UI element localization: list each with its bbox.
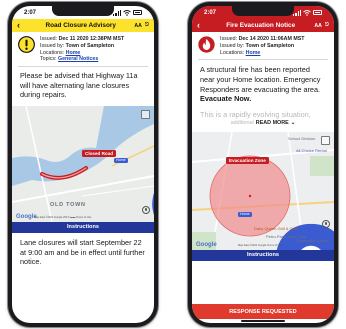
title-tools: AA ⎋ bbox=[134, 22, 149, 29]
phone-road-closure: 2:07 ‹ Road Closure Advisory AA ⎋ Issued… bbox=[8, 2, 158, 327]
alert-meta: Issued: Dec 14 2020 11:06AM MST Issued b… bbox=[192, 32, 334, 59]
screen: 2:07 ‹ Road Closure Advisory AA ⎋ Issued… bbox=[12, 6, 154, 323]
evacuation-zone-tag: Evacuation Zone bbox=[226, 156, 269, 164]
street-label: School Division bbox=[288, 135, 316, 141]
instructions-text: Lane closures will start September 22 at… bbox=[20, 237, 145, 267]
instructions-header: Instructions bbox=[12, 221, 154, 233]
phone-fire-evacuation: 2:07 ‹ Fire Evacuation Notice AA ⎋ Issue… bbox=[188, 2, 338, 327]
battery-icon bbox=[133, 10, 142, 15]
closed-road-tag: Closed Road bbox=[82, 149, 117, 157]
map-attribution: Map data ©2021 Google 200 ft ▬▬ Terms of… bbox=[34, 215, 92, 219]
alert-body-main: A structural fire has been reported near… bbox=[200, 65, 321, 94]
map-area-label: OLD TOWN bbox=[50, 201, 86, 208]
share-icon[interactable]: ⎋ bbox=[325, 22, 329, 29]
back-chevron-icon[interactable]: ‹ bbox=[17, 21, 27, 30]
issued-label: Issued: bbox=[220, 36, 238, 42]
response-requested-button[interactable]: RESPONSE REQUESTED bbox=[192, 304, 334, 319]
issued-value: Dec 14 2020 11:06AM MST bbox=[238, 36, 305, 42]
alert-body-emphasis: Evacuate Now. bbox=[200, 94, 252, 104]
google-logo: Google bbox=[196, 241, 217, 248]
meta-lines: Issued: Dec 14 2020 11:06AM MST Issued b… bbox=[220, 36, 305, 56]
text-size-icon[interactable]: AA bbox=[314, 23, 322, 29]
locations-link[interactable]: Home bbox=[66, 50, 81, 56]
place-label-dairy-queen: Dairy Queen Grill & Chill bbox=[254, 225, 298, 231]
map-view[interactable]: Evacuation Zone Home School Division All… bbox=[192, 131, 334, 250]
title-tools: AA ⎋ bbox=[314, 22, 329, 29]
issued-by-label: Issued by: bbox=[220, 42, 245, 49]
screen: 2:07 ‹ Fire Evacuation Notice AA ⎋ Issue… bbox=[192, 6, 334, 323]
alert-body: Please be advised that Highway 11a will … bbox=[20, 71, 138, 100]
read-more-link[interactable]: READ MORE bbox=[256, 120, 289, 126]
text-size-icon[interactable]: AA bbox=[134, 23, 142, 29]
phone-notch bbox=[52, 6, 114, 16]
back-chevron-icon[interactable]: ‹ bbox=[197, 21, 207, 30]
instructions-header: Instructions bbox=[192, 249, 334, 261]
topics-label: Topics: bbox=[40, 56, 57, 63]
alert-meta: Issued: Dec 11 2020 12:38PM MST Issued b… bbox=[12, 32, 154, 66]
title-bar: ‹ Fire Evacuation Notice AA ⎋ bbox=[192, 19, 334, 32]
fire-icon bbox=[198, 36, 215, 53]
issued-by-value: Town of Sampleton bbox=[65, 42, 115, 49]
signal-icon bbox=[293, 9, 301, 16]
locate-me-icon[interactable] bbox=[322, 219, 330, 228]
issued-by-value: Town of Sampleton bbox=[245, 42, 295, 49]
place-label-rental: All Choice Rental bbox=[296, 147, 327, 153]
alert-body: A structural fire has been reported near… bbox=[192, 60, 334, 129]
meta-lines: Issued: Dec 11 2020 12:38PM MST Issued b… bbox=[40, 36, 124, 63]
read-more-row: additional READ MORE ⌄ bbox=[200, 117, 326, 129]
wifi-icon bbox=[123, 9, 131, 16]
read-more-chevron-icon[interactable]: ⌄ bbox=[291, 120, 296, 126]
status-icons bbox=[113, 9, 142, 16]
alert-title: Road Closure Advisory bbox=[45, 22, 116, 29]
map-view[interactable]: Closed Road Home OLD TOWN Google Map dat… bbox=[12, 105, 154, 222]
place-label-clearwater: Clearwater County bbox=[296, 237, 330, 243]
alert-title: Fire Evacuation Notice bbox=[226, 22, 296, 29]
locations-label: Locations: bbox=[220, 49, 245, 56]
alert-body-faded-2: additional bbox=[230, 120, 254, 127]
status-time: 2:07 bbox=[204, 9, 217, 16]
locations-link[interactable]: Home bbox=[246, 50, 261, 56]
home-indicator bbox=[241, 320, 285, 322]
issued-label: Issued: bbox=[40, 36, 58, 42]
expand-map-icon[interactable] bbox=[321, 135, 330, 145]
wifi-icon bbox=[303, 9, 311, 16]
expand-map-icon[interactable] bbox=[141, 109, 150, 119]
title-bar: ‹ Road Closure Advisory AA ⎋ bbox=[12, 19, 154, 32]
warning-icon bbox=[18, 36, 35, 53]
home-map-tag: Home bbox=[114, 157, 128, 163]
battery-icon bbox=[313, 10, 322, 15]
status-time: 2:07 bbox=[24, 9, 37, 16]
map-attribution: Map data ©2021 Google Terms of Use bbox=[238, 243, 283, 247]
share-icon[interactable]: ⎋ bbox=[145, 22, 149, 29]
issued-value: Dec 11 2020 12:38PM MST bbox=[58, 36, 125, 42]
status-icons bbox=[293, 9, 322, 16]
locations-label: Locations: bbox=[40, 49, 65, 56]
home-map-tag: Home bbox=[238, 211, 252, 217]
issued-by-label: Issued by: bbox=[40, 42, 65, 49]
locate-me-icon[interactable] bbox=[142, 205, 150, 214]
topics-link[interactable]: General Notices bbox=[58, 56, 98, 62]
signal-icon bbox=[113, 9, 121, 16]
phone-notch bbox=[232, 6, 294, 16]
